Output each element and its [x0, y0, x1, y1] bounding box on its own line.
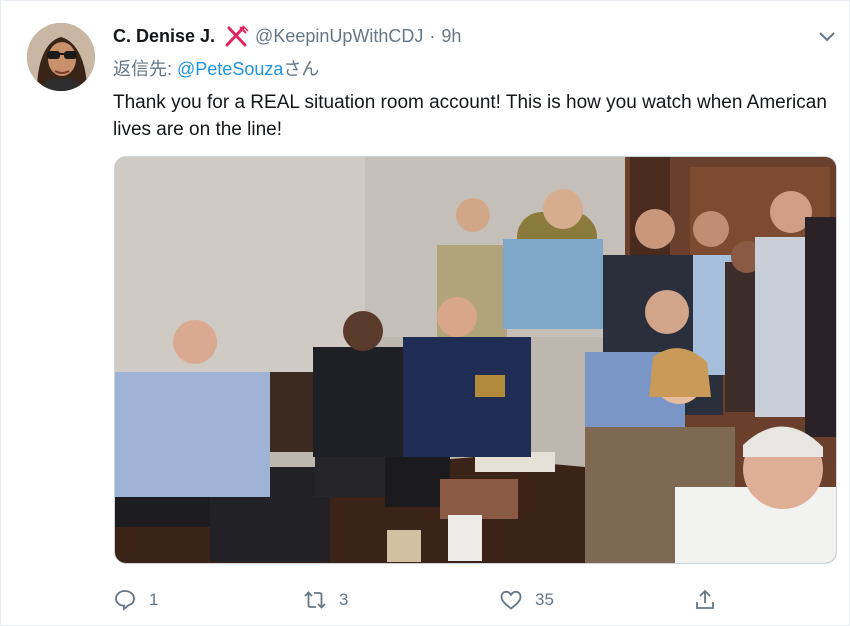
reply-mention-link[interactable]: @PeteSouza [177, 59, 283, 79]
retweet-button[interactable]: 3 [303, 585, 348, 615]
chevron-down-icon[interactable] [817, 27, 837, 45]
tweet-card[interactable]: C. Denise J. @KeepinUpWithCDJ · 9h 返信先: … [0, 0, 850, 626]
avatar-image [27, 23, 95, 91]
reply-icon [115, 590, 135, 611]
share-icon [696, 589, 714, 609]
retweet-count: 3 [339, 590, 349, 609]
like-button[interactable]: 35 [499, 585, 554, 615]
reply-count: 1 [149, 590, 159, 609]
replying-suffix: さん [283, 59, 320, 79]
like-count: 35 [535, 590, 554, 609]
avatar[interactable] [27, 23, 95, 91]
tweet-timestamp[interactable]: 9h [441, 26, 461, 47]
replying-to: 返信先: @PeteSouzaさん [113, 55, 319, 81]
tweet-photo[interactable] [114, 156, 837, 564]
reply-button[interactable]: 1 [113, 585, 158, 615]
fork-and-knife-icon [223, 25, 249, 47]
retweet-icon [304, 591, 326, 609]
situation-room-photo [115, 157, 836, 563]
tweet-actions: 1 3 35 [113, 585, 833, 615]
share-button[interactable] [693, 585, 729, 615]
separator: · [429, 25, 436, 46]
author-handle[interactable]: @KeepinUpWithCDJ [255, 26, 423, 47]
tweet-text: Thank you for a REAL situation room acco… [113, 92, 827, 140]
replying-prefix: 返信先: [113, 59, 178, 79]
heart-icon [500, 590, 522, 610]
author-name[interactable]: C. Denise J. [113, 26, 215, 47]
tweet-header: C. Denise J. @KeepinUpWithCDJ · 9h [113, 23, 461, 49]
